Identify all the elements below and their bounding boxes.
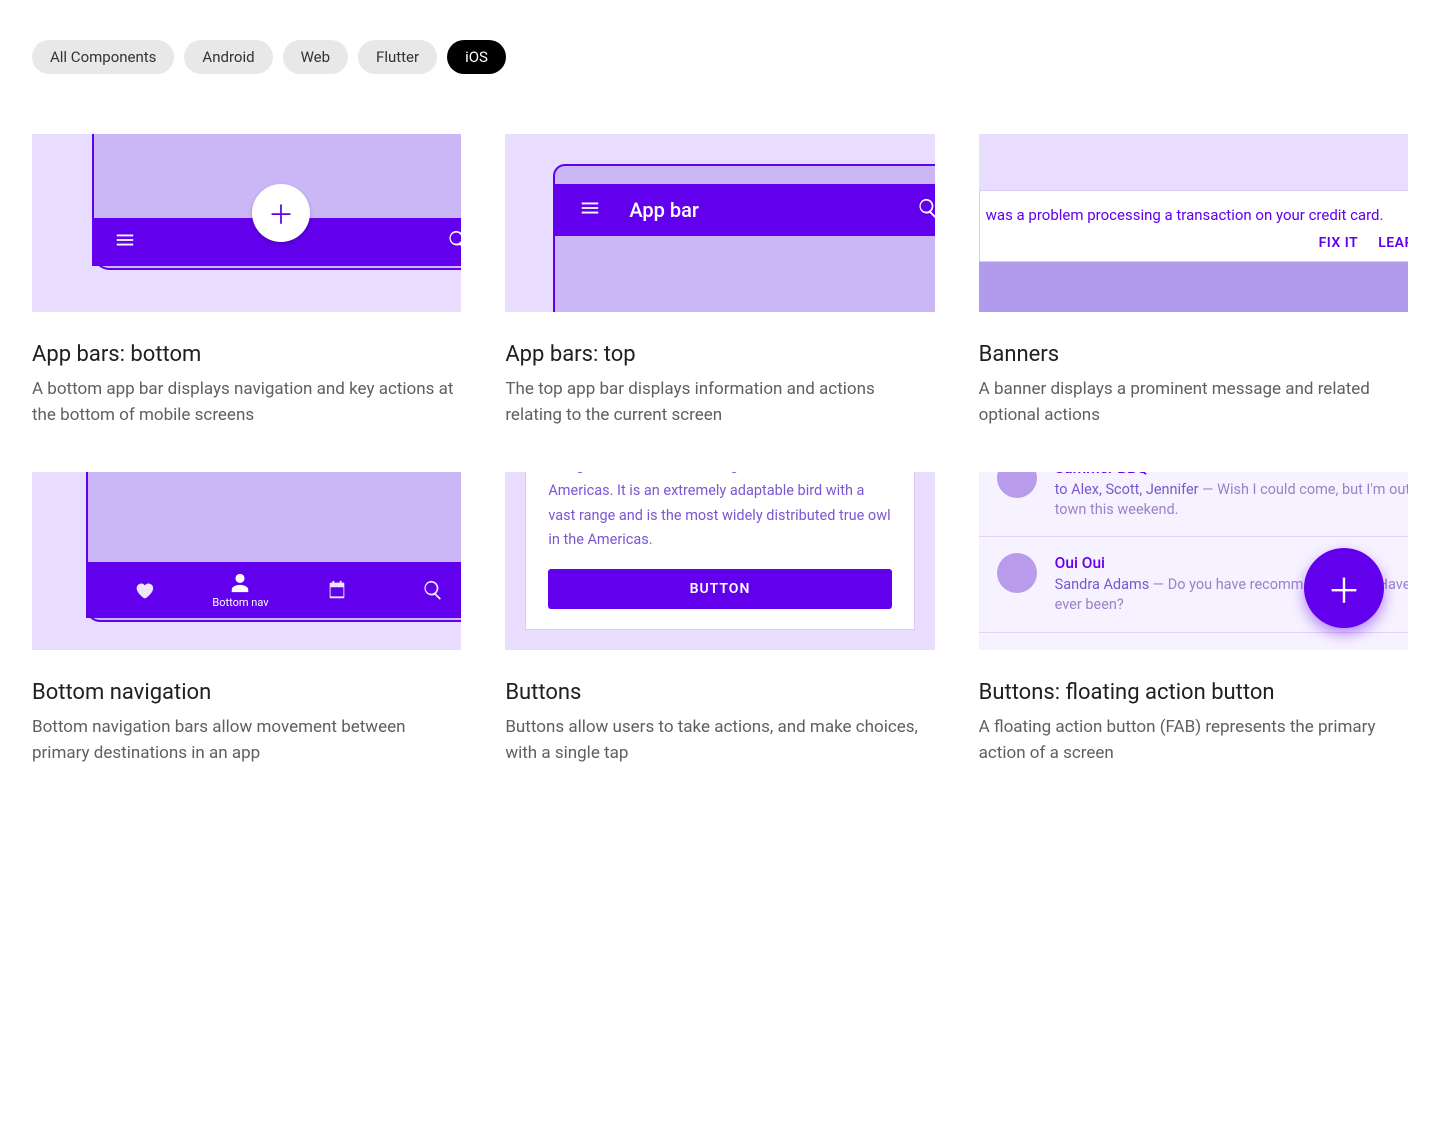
banner-action-learn-more: LEARN MORE (1378, 235, 1408, 251)
card-title: Bottom navigation (32, 680, 461, 705)
thumb-app-bars-bottom: ＋ (32, 134, 461, 312)
thumb-buttons: The great horned owl is a large owl nati… (505, 472, 934, 650)
search-icon (447, 229, 461, 255)
card-description: The top app bar displays information and… (505, 377, 934, 428)
menu-icon (579, 197, 601, 223)
card-description: A banner displays a prominent message an… (979, 377, 1408, 428)
avatar (997, 472, 1037, 498)
contained-button-sample: BUTTON (548, 569, 891, 609)
chip-web[interactable]: Web (283, 40, 348, 74)
plus-icon: ＋ (1304, 548, 1384, 628)
card-description: A bottom app bar displays navigation and… (32, 377, 461, 428)
card-fab[interactable]: Summer BBQ to Alex, Scott, Jennifer — Wi… (979, 472, 1408, 766)
chip-all-components[interactable]: All Components (32, 40, 174, 74)
card-app-bars-bottom[interactable]: ＋ App bars: bottom A bottom app bar disp… (32, 134, 461, 428)
card-bottom-navigation[interactable]: Bottom nav Bottom navigation Bottom navi… (32, 472, 461, 766)
calendar-icon (301, 579, 373, 601)
bottom-nav-label: Bottom nav (212, 596, 268, 609)
search-icon (917, 197, 935, 223)
chip-android[interactable]: Android (184, 40, 272, 74)
card-app-bars-top[interactable]: App bar App bars: top The top app bar di… (505, 134, 934, 428)
list-item-subtitle: Sandra Adams (1055, 576, 1150, 593)
app-bar-title: App bar (629, 198, 888, 222)
card-description: Buttons allow users to take actions, and… (505, 715, 934, 766)
card-description: A floating action button (FAB) represent… (979, 715, 1408, 766)
menu-icon (114, 229, 136, 255)
card-title: Banners (979, 342, 1408, 367)
plus-icon: ＋ (252, 184, 310, 242)
card-description: Bottom navigation bars allow movement be… (32, 715, 461, 766)
card-buttons[interactable]: The great horned owl is a large owl nati… (505, 472, 934, 766)
banner-action-fix-it: FIX IT (1319, 235, 1359, 251)
heart-icon (108, 579, 180, 601)
search-icon (397, 579, 461, 601)
chip-flutter[interactable]: Flutter (358, 40, 437, 74)
card-title: Buttons (505, 680, 934, 705)
list-item-title: Summer BBQ (1055, 472, 1408, 480)
thumb-fab: Summer BBQ to Alex, Scott, Jennifer — Wi… (979, 472, 1408, 650)
banner-message: was a problem processing a transaction o… (986, 205, 1408, 225)
thumb-banners: was a problem processing a transaction o… (979, 134, 1408, 312)
filter-chips: All Components Android Web Flutter iOS (32, 40, 1408, 74)
card-title: App bars: bottom (32, 342, 461, 367)
list-item-subtitle: to Alex, Scott, Jennifer (1055, 481, 1199, 498)
card-banners[interactable]: was a problem processing a transaction o… (979, 134, 1408, 428)
thumb-bottom-navigation: Bottom nav (32, 472, 461, 650)
list-item: Summer BBQ to Alex, Scott, Jennifer — Wi… (979, 472, 1408, 537)
card-title: Buttons: floating action button (979, 680, 1408, 705)
avatar (997, 553, 1037, 593)
chip-ios[interactable]: iOS (447, 40, 506, 74)
card-title: App bars: top (505, 342, 934, 367)
bottom-nav-active-item: Bottom nav (204, 572, 276, 609)
thumb-app-bars-top: App bar (505, 134, 934, 312)
sample-body-text: The great horned owl is a large owl nati… (548, 472, 891, 553)
components-grid: ＋ App bars: bottom A bottom app bar disp… (32, 134, 1408, 766)
